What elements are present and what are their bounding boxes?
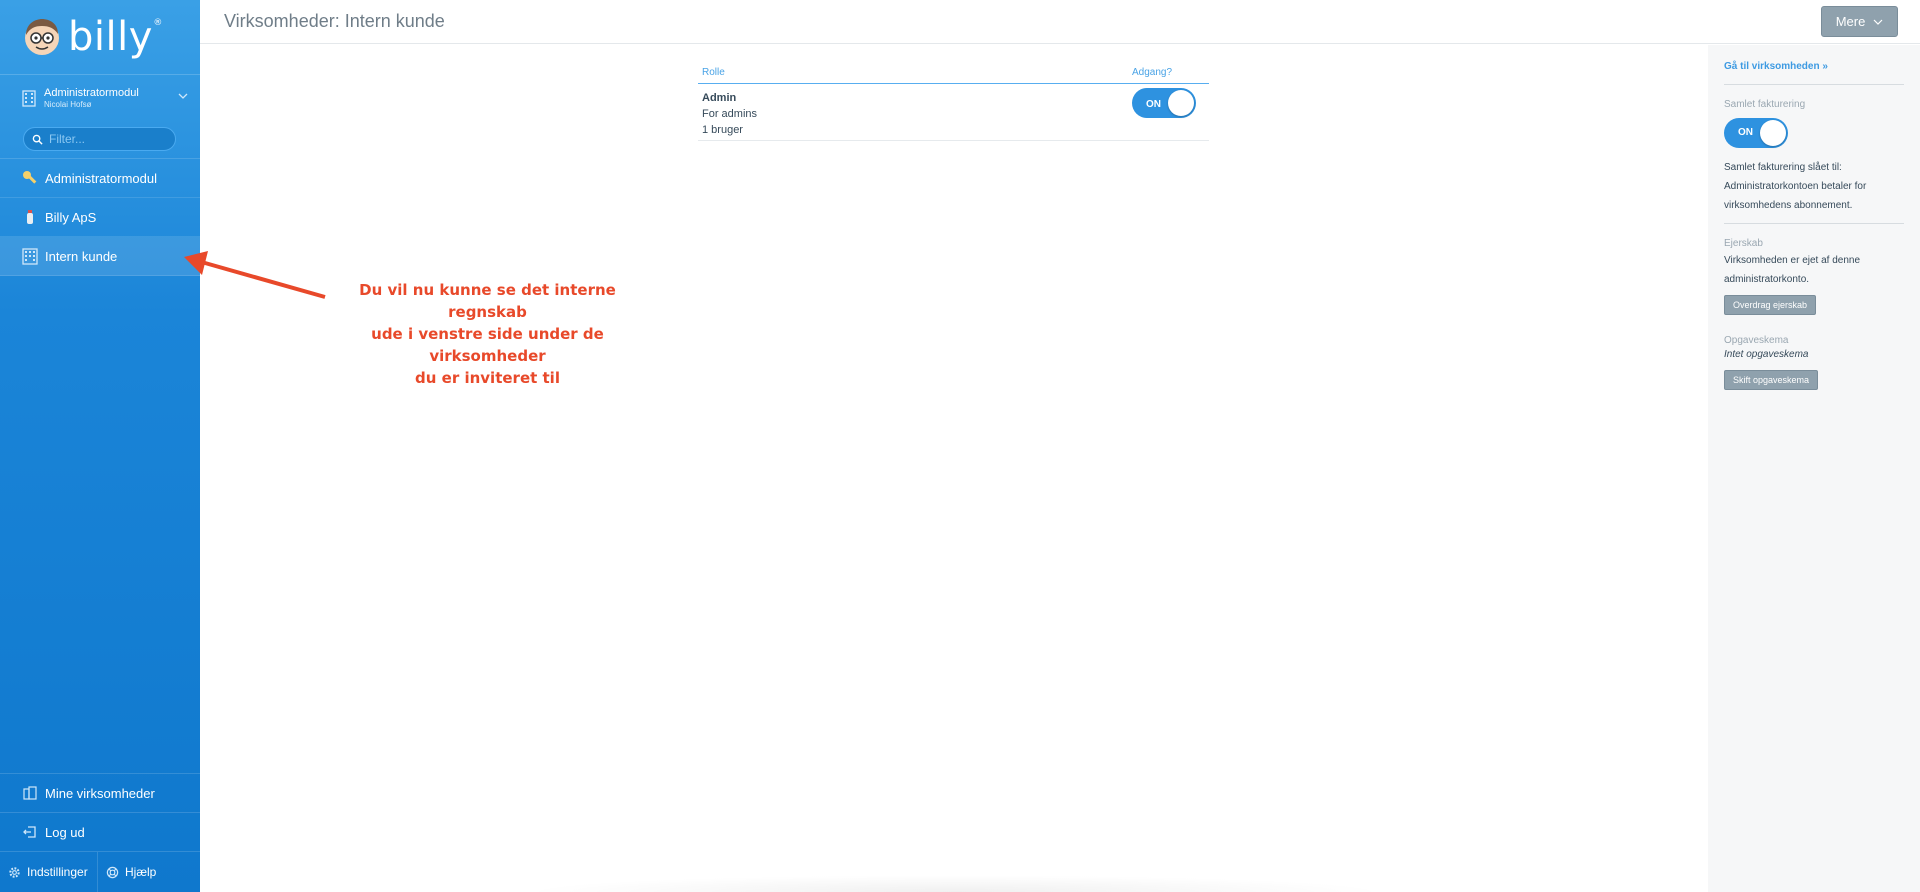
settings-link[interactable]: Indstillinger bbox=[0, 852, 98, 892]
tasks-section: Opgaveskema Intet opgaveskema Skift opga… bbox=[1724, 315, 1904, 390]
access-toggle[interactable]: ON bbox=[1132, 88, 1196, 118]
annotation-line: du er inviteret til bbox=[415, 369, 560, 387]
table-header: Rolle Adgang? bbox=[698, 62, 1209, 84]
toggle-knob bbox=[1760, 120, 1786, 146]
filter-input[interactable] bbox=[49, 132, 159, 146]
lifebuoy-icon bbox=[106, 866, 119, 878]
page-title: Virksomheder: Intern kunde bbox=[224, 11, 445, 31]
help-label: Hjælp bbox=[125, 865, 157, 879]
sidebar-footer-row: Indstillinger Hjælp bbox=[0, 851, 200, 892]
sidebar-item-log-ud[interactable]: Log ud bbox=[0, 812, 200, 851]
annotation-line: ude i venstre side under de virksomheder bbox=[371, 325, 604, 365]
chevron-down-icon bbox=[1873, 19, 1883, 25]
sidebar-item-label: Administratormodul bbox=[45, 170, 157, 186]
bottle-icon bbox=[20, 207, 40, 227]
ownership-label: Ejerskab bbox=[1724, 238, 1763, 249]
sidebar-item-label: Billy ApS bbox=[45, 209, 97, 225]
page-header: Virksomheder: Intern kunde Mere bbox=[200, 0, 1920, 44]
sidebar-item-label: Mine virksomheder bbox=[45, 785, 155, 801]
sidebar: billy® Administratormodul Nicolai Hofsø bbox=[0, 0, 200, 892]
organization-user: Nicolai Hofsø bbox=[44, 99, 92, 109]
companies-icon bbox=[20, 783, 40, 803]
role-name: Admin bbox=[702, 92, 737, 104]
trademark-symbol: ® bbox=[153, 18, 163, 28]
sidebar-bottom: Mine virksomheder Log ud Indstillinger H… bbox=[0, 773, 200, 892]
billing-text: virksomhedens abonnement. bbox=[1724, 200, 1853, 211]
billy-logo[interactable]: billy ® bbox=[0, 0, 200, 74]
building-icon bbox=[20, 246, 40, 266]
brand-name: billy bbox=[68, 14, 153, 60]
annotation-line: Du vil nu kunne se det interne regnskab bbox=[359, 281, 616, 321]
key-icon bbox=[20, 168, 40, 188]
role-user-count: 1 bruger bbox=[702, 124, 743, 136]
brand-wordmark: billy ® bbox=[68, 14, 162, 60]
company-details-panel: Gå til virksomheden » Samlet fakturering… bbox=[1708, 45, 1920, 892]
roles-table: Rolle Adgang? Admin For admins 1 bruger … bbox=[698, 62, 1209, 141]
organization-name: Administratormodul bbox=[44, 86, 139, 99]
building-icon bbox=[22, 89, 36, 107]
settings-label: Indstillinger bbox=[27, 865, 88, 879]
billing-text: Samlet fakturering slået til: bbox=[1724, 162, 1842, 173]
filter-wrapper bbox=[0, 120, 200, 158]
more-button-label: Mere bbox=[1835, 14, 1866, 29]
billing-toggle[interactable]: ON bbox=[1724, 118, 1788, 148]
billy-mascot-icon bbox=[25, 19, 59, 55]
billing-text: Administratorkontoen betaler for bbox=[1724, 181, 1867, 192]
toggle-label: ON bbox=[1146, 99, 1161, 110]
tasks-value: Intet opgaveskema bbox=[1724, 349, 1809, 360]
logout-icon bbox=[20, 822, 40, 842]
sidebar-item-mine-virksomheder[interactable]: Mine virksomheder bbox=[0, 773, 200, 812]
role-description: For admins bbox=[702, 108, 758, 120]
help-link[interactable]: Hjælp bbox=[98, 852, 156, 892]
sidebar-item-label: Intern kunde bbox=[45, 248, 118, 264]
toggle-label: ON bbox=[1738, 127, 1753, 138]
change-tasks-button[interactable]: Skift opgaveskema bbox=[1724, 370, 1819, 390]
company-nav: Administratormodul Billy ApS Intern kund… bbox=[0, 158, 200, 276]
sidebar-item-intern-kunde[interactable]: Intern kunde bbox=[0, 237, 200, 276]
column-header-role: Rolle bbox=[702, 67, 725, 78]
gear-icon bbox=[9, 866, 20, 878]
sidebar-item-label: Log ud bbox=[45, 824, 85, 840]
sidebar-item-billy-aps[interactable]: Billy ApS bbox=[0, 198, 200, 237]
page-bottom-shadow bbox=[520, 875, 1390, 892]
billing-label: Samlet fakturering bbox=[1724, 99, 1806, 110]
toggle-knob bbox=[1168, 90, 1194, 116]
filter-box bbox=[23, 127, 176, 151]
transfer-ownership-button[interactable]: Overdrag ejerskab bbox=[1724, 295, 1817, 315]
chevron-down-icon bbox=[178, 93, 188, 99]
annotation-arrow bbox=[184, 251, 326, 299]
ownership-text: administratorkonto. bbox=[1724, 274, 1810, 285]
column-header-access: Adgang? bbox=[1132, 67, 1173, 78]
ownership-section: Ejerskab Virksomheden er ejet af denne a… bbox=[1724, 224, 1904, 315]
more-button[interactable]: Mere bbox=[1821, 6, 1898, 37]
annotation-text: Du vil nu kunne se det interne regnskab … bbox=[325, 279, 650, 389]
table-row: Admin For admins 1 bruger ON bbox=[698, 84, 1209, 141]
ownership-text: Virksomheden er ejet af denne bbox=[1724, 255, 1861, 266]
sidebar-item-administratormodul[interactable]: Administratormodul bbox=[0, 159, 200, 198]
tasks-label: Opgaveskema bbox=[1724, 335, 1789, 346]
organization-switcher[interactable]: Administratormodul Nicolai Hofsø bbox=[0, 74, 200, 120]
goto-company-link[interactable]: Gå til virksomheden » bbox=[1724, 61, 1904, 85]
billing-section: Samlet fakturering ON Samlet fakturering… bbox=[1724, 85, 1904, 224]
search-icon bbox=[32, 134, 43, 145]
